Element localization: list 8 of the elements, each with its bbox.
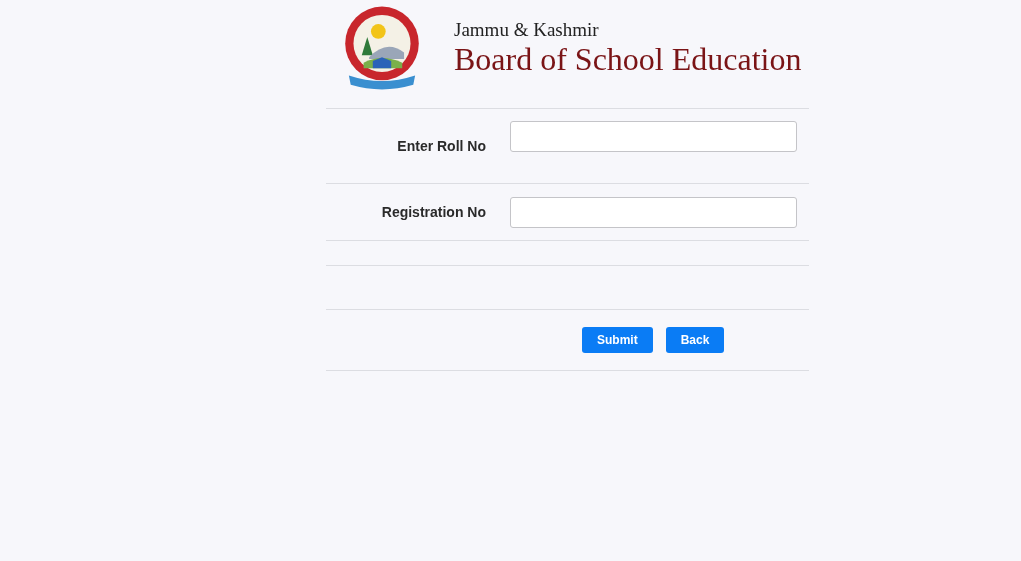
field-label: Registration No — [380, 204, 486, 220]
header-subtitle: Jammu & Kashmir — [454, 19, 600, 41]
header-title: Board of School Education — [454, 41, 802, 77]
back-button[interactable]: Back — [665, 327, 725, 353]
submit-button[interactable]: Submit — [582, 327, 653, 353]
input-field[interactable] — [510, 121, 797, 152]
field-label: Enter Roll No — [396, 138, 486, 154]
input-field[interactable] — [510, 196, 797, 228]
